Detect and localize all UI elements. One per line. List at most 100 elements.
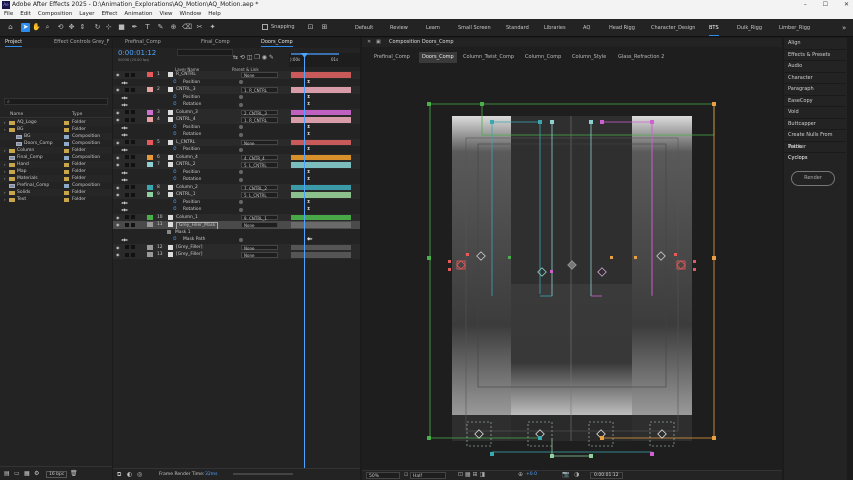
layer-label-color[interactable] — [147, 244, 153, 250]
panel-item-align[interactable]: Align — [784, 38, 846, 50]
layer-duration-bar[interactable] — [291, 184, 351, 190]
workspace-limber-rigg[interactable]: Limber_Rigg — [779, 19, 810, 37]
parent-dropdown[interactable]: 4. CNTR_4 — [241, 154, 278, 160]
lock-toggle[interactable] — [131, 155, 135, 159]
keyframe-icon[interactable]: ⧗ — [307, 101, 310, 109]
keyframe-navigator[interactable]: ◂◆▸ — [121, 236, 128, 244]
expand-twirl-icon[interactable]: › — [4, 168, 6, 175]
keyframe-icon[interactable]: ⧗ — [307, 169, 310, 177]
orbit-tool-icon[interactable]: ⟲ — [56, 23, 65, 32]
home-icon[interactable]: ⌂ — [6, 23, 15, 32]
property-row[interactable]: ◂◆▸ ⏱ Position ⧗ — [113, 168, 360, 177]
stopwatch-icon[interactable]: ⏱ — [173, 131, 177, 139]
close-icon[interactable]: ✕ — [367, 38, 371, 47]
property-row[interactable]: ◂◆▸ ⏱ Rotation ⧗ — [113, 206, 360, 214]
project-item[interactable]: › Column Folder — [0, 147, 112, 154]
panel-item-create-nulls-from-paths[interactable]: Create Nulls From Paths — [784, 130, 846, 150]
resolution-dropdown[interactable]: Half — [410, 472, 446, 479]
fit-icon[interactable]: ⊡ — [404, 472, 408, 478]
layer-duration-bar[interactable] — [291, 222, 351, 228]
layer-duration-bar[interactable] — [291, 214, 351, 220]
property-name[interactable]: Rotation — [183, 206, 201, 214]
project-item[interactable]: › BG Folder — [0, 126, 112, 133]
viewer-tab-column-style[interactable]: Column_Style — [572, 52, 606, 63]
menu-view[interactable]: View — [159, 10, 172, 19]
tab-project[interactable]: Project — [5, 38, 23, 47]
lock-icon[interactable]: ▣ — [376, 38, 381, 47]
keyframe-navigator[interactable]: ◂◆▸ — [121, 146, 128, 154]
viewer-tab-doors-comp[interactable]: Doors_Comp — [419, 52, 457, 63]
solo-toggle[interactable] — [125, 222, 129, 227]
interpret-footage-icon[interactable]: ▤ — [4, 470, 10, 477]
viewer-tab-column-twist-comp[interactable]: Column_Twist_Comp — [463, 52, 514, 63]
motion-blur-icon[interactable]: ◎ — [137, 471, 142, 478]
snapping-checkbox[interactable] — [262, 24, 268, 30]
parent-dropdown[interactable]: 1. R_CNTRL — [241, 87, 278, 93]
workspace-libraries[interactable]: Libraries — [544, 19, 566, 37]
mask-name[interactable]: Mask 1 — [175, 229, 191, 237]
layer-duration-bar[interactable] — [291, 139, 351, 145]
pickwhip-icon[interactable] — [239, 125, 243, 129]
property-row[interactable]: ◂◆▸ ⏱ Position ⧗ — [113, 78, 360, 87]
menu-effect[interactable]: Effect — [102, 10, 118, 19]
panel-item-cyclops[interactable]: Cyclops — [784, 153, 846, 165]
visibility-eye-icon[interactable]: ◉ — [116, 154, 120, 162]
layer-row[interactable]: ◉ 7 CNTRL_2 5. L_CNTRL — [113, 161, 360, 169]
visibility-eye-icon[interactable]: ◉ — [116, 71, 120, 79]
pickwhip-icon[interactable] — [239, 80, 243, 84]
layer-label-color[interactable] — [147, 117, 153, 122]
project-item[interactable]: › Text Folder — [0, 196, 112, 203]
timeline-switches-icons[interactable]: ⇆ ⟲ ◫ ❐ ◉ ✎ — [233, 54, 274, 61]
panel-item-easecopy[interactable]: EaseCopy — [784, 96, 846, 107]
layer-row[interactable]: ◉ 12 [Grey_Filler] None — [113, 243, 360, 251]
menu-edit[interactable]: Edit — [20, 10, 31, 19]
visibility-eye-icon[interactable]: ◉ — [116, 161, 120, 169]
layer-label-color[interactable] — [147, 192, 153, 197]
solo-toggle[interactable] — [125, 192, 129, 197]
visibility-eye-icon[interactable]: ◉ — [116, 184, 120, 192]
pickwhip-icon[interactable] — [239, 170, 243, 174]
menu-layer[interactable]: Layer — [79, 10, 94, 19]
workspace-bts[interactable]: BTS — [709, 19, 719, 37]
layer-duration-bar[interactable] — [291, 109, 351, 115]
tab-final-comp[interactable]: Final_Comp — [201, 38, 230, 47]
lock-toggle[interactable] — [131, 185, 135, 189]
keyframe-icon[interactable]: ⧗ — [307, 79, 310, 87]
workspace-overflow-icon[interactable]: » — [842, 19, 846, 37]
eraser-tool-icon[interactable]: ⌫ — [182, 23, 192, 32]
layer-name[interactable]: Column_1 — [176, 214, 198, 222]
mask-row[interactable]: Mask 1 — [113, 228, 360, 237]
visibility-eye-icon[interactable]: ◉ — [116, 214, 120, 222]
zoom-tool-icon[interactable]: ⌕ — [43, 23, 52, 32]
time-ruler[interactable]: ):00s 01s — [289, 53, 360, 67]
solo-toggle[interactable] — [125, 162, 129, 167]
solo-toggle[interactable] — [125, 252, 129, 257]
layer-duration-bar[interactable] — [291, 154, 351, 160]
panel-item-audio[interactable]: Audio — [784, 61, 846, 73]
trash-icon[interactable]: 🗑 — [70, 470, 78, 477]
layer-row[interactable]: ◉ 4 CNTRL_4 1. R_CNTRL — [113, 116, 360, 124]
right-panel-scrollbar[interactable] — [847, 38, 853, 480]
pickwhip-icon[interactable] — [239, 237, 243, 242]
workspace-default[interactable]: Default — [355, 19, 373, 37]
pickwhip-icon[interactable] — [239, 177, 243, 182]
selection-tool-icon[interactable]: ➤ — [21, 23, 30, 32]
solo-toggle[interactable] — [125, 245, 129, 249]
dolly-tool-icon[interactable]: ⇕ — [78, 23, 87, 32]
property-row[interactable]: ◂◆▸ ⏱ Position ⧗ — [113, 146, 360, 154]
rotate-tool-icon[interactable]: ↻ — [93, 23, 102, 32]
stopwatch-icon[interactable]: ⏱ — [173, 94, 177, 102]
lock-toggle[interactable] — [131, 87, 135, 92]
layer-duration-bar[interactable] — [291, 252, 351, 258]
property-name[interactable]: Position — [183, 94, 200, 102]
workspace-character-design[interactable]: Character_Design — [651, 19, 695, 37]
menu-animation[interactable]: Animation — [124, 10, 152, 19]
comp-canvas[interactable] — [362, 64, 782, 470]
solo-toggle[interactable] — [125, 215, 129, 219]
layer-label-color[interactable] — [147, 139, 153, 145]
menu-help[interactable]: Help — [208, 10, 221, 19]
minimize-button[interactable]: – — [804, 1, 807, 8]
label-swatch[interactable] — [64, 148, 69, 153]
panel-item-buttcapper[interactable]: Buttcapper — [784, 119, 846, 130]
tab-prefinal-comp[interactable]: Prefinal_Comp — [125, 38, 161, 47]
